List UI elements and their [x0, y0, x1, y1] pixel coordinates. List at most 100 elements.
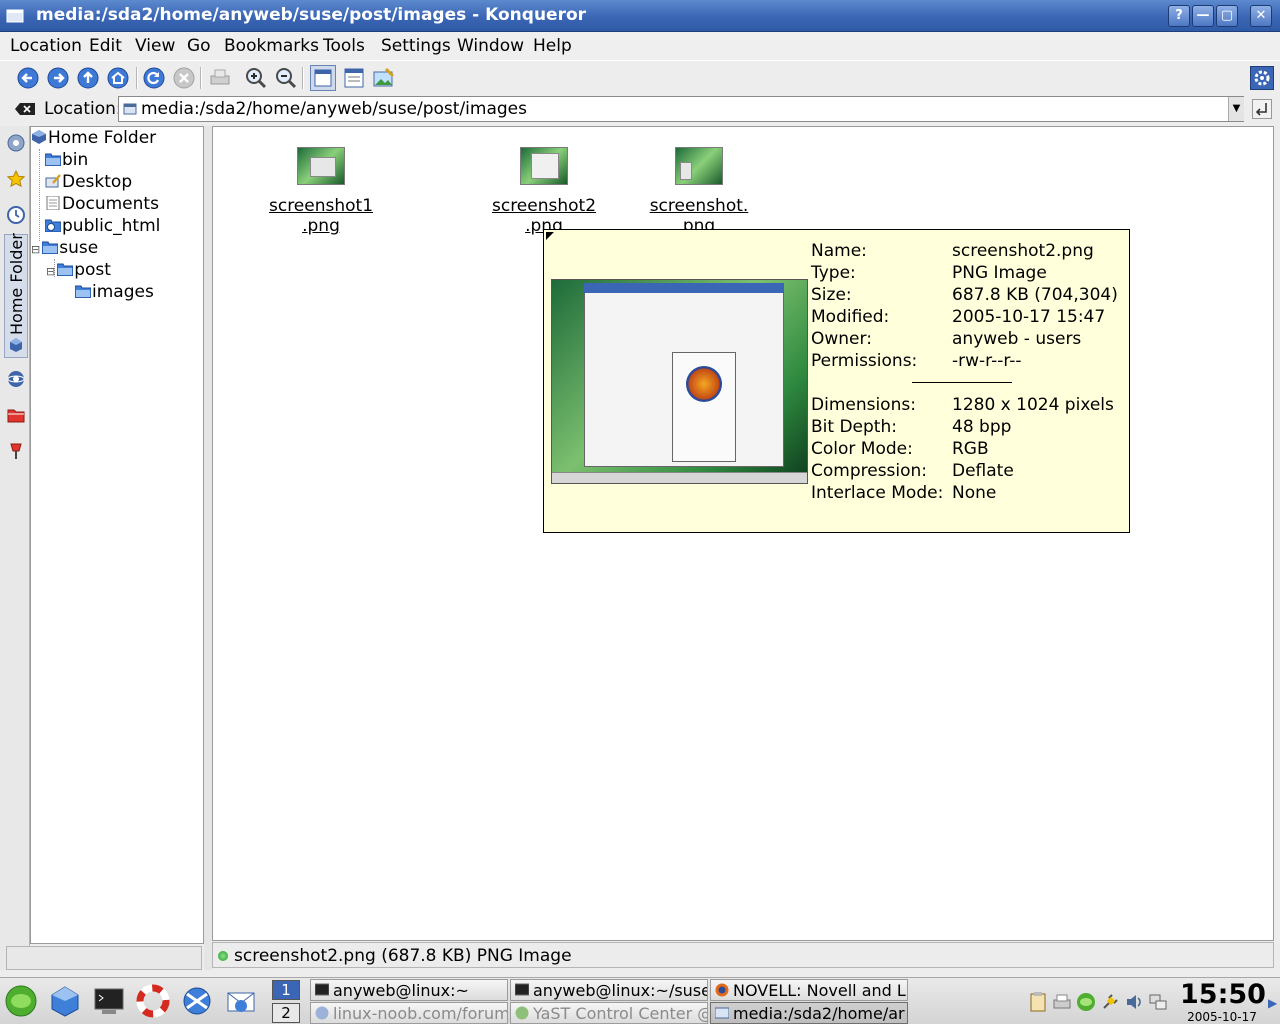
title-bar[interactable]: media:/sda2/home/anyweb/suse/post/images… — [0, 0, 1280, 32]
mail-client-icon[interactable] — [224, 984, 258, 1018]
menu-location[interactable]: Location — [10, 36, 82, 56]
collapse-expander-post[interactable]: ⊟ — [46, 265, 55, 278]
thumbnail-image — [675, 147, 723, 185]
file-item-screenshot[interactable]: screenshot. png — [639, 147, 759, 236]
public-html-folder-icon — [45, 219, 61, 232]
drive-icon — [123, 103, 137, 115]
virtual-desktop-2[interactable]: 2 — [272, 1003, 300, 1023]
menu-tools[interactable]: Tools — [323, 36, 365, 56]
icon-view-icon[interactable] — [310, 65, 336, 91]
location-value: media:/sda2/home/anyweb/suse/post/images — [141, 99, 527, 119]
file-info-tooltip: Name: screenshot2.png Type: PNG Image Size… — [543, 229, 1130, 533]
tree-item-images[interactable]: images — [75, 282, 154, 302]
status-led-icon — [218, 951, 228, 961]
tree-item-documents[interactable]: Documents — [45, 194, 159, 214]
taskbar: 1 2 anyweb@linux:~ anyweb@linux:~/suse/ … — [0, 977, 1280, 1024]
maximize-button[interactable]: ▢ — [1216, 5, 1238, 27]
task-linux-noob[interactable]: linux-noob.com/forums — [310, 1002, 508, 1024]
file-item-screenshot1[interactable]: screenshot1 .png — [261, 147, 381, 236]
status-bar: screenshot2.png (687.8 KB) PNG Image — [212, 942, 1274, 968]
menu-settings[interactable]: Settings — [381, 36, 451, 56]
zoom-out-icon[interactable] — [274, 66, 298, 90]
home-launcher-icon[interactable] — [48, 984, 82, 1018]
drive-icon — [715, 1007, 729, 1019]
volume-icon[interactable] — [1124, 992, 1144, 1012]
zoom-in-icon[interactable] — [244, 66, 268, 90]
history-clock-icon[interactable] — [7, 206, 25, 224]
konqueror-app-icon[interactable] — [6, 7, 24, 25]
menu-go[interactable]: Go — [187, 36, 211, 56]
konqueror-icon — [315, 1006, 329, 1020]
minimize-button[interactable]: — — [1192, 5, 1214, 27]
home-folder-tab[interactable]: Home Folder — [4, 233, 28, 358]
folder-icon — [75, 285, 91, 298]
folder-tree: Home Folder bin Desktop Documents public… — [30, 126, 204, 944]
task-terminal-1[interactable]: anyweb@linux:~ — [310, 979, 508, 1001]
terminal-icon — [515, 983, 529, 996]
kmenu-gecko-icon[interactable] — [4, 984, 38, 1018]
konqueror-sidebar-icon[interactable] — [7, 134, 25, 152]
file-item-screenshot2[interactable]: screenshot2 .png — [484, 147, 604, 236]
collapse-expander-suse[interactable]: ⊟ — [31, 243, 40, 256]
up-icon[interactable] — [76, 66, 100, 90]
status-text: screenshot2.png (687.8 KB) PNG Image — [234, 946, 572, 966]
tree-item-home-folder[interactable]: Home Folder — [31, 128, 156, 148]
close-button[interactable]: ✕ — [1250, 5, 1272, 27]
bookmarks-star-icon[interactable] — [7, 170, 25, 188]
folder-open-icon — [57, 263, 74, 276]
clock[interactable]: 15:50 2005-10-17 — [1180, 979, 1266, 1024]
image-preview-icon[interactable] — [372, 66, 396, 90]
menu-help[interactable]: Help — [533, 36, 572, 56]
back-icon[interactable] — [16, 66, 40, 90]
menu-view[interactable]: View — [135, 36, 175, 56]
print-icon[interactable] — [208, 66, 232, 90]
location-label: Location: — [44, 99, 122, 119]
terminal-icon[interactable] — [92, 984, 126, 1018]
tree-item-desktop[interactable]: Desktop — [45, 172, 132, 192]
suse-watcher-icon[interactable] — [1076, 992, 1096, 1012]
network-icon[interactable] — [7, 370, 25, 388]
home-icon[interactable] — [106, 66, 130, 90]
tree-item-post[interactable]: ⊟ post — [46, 260, 111, 280]
task-konqueror-active[interactable]: media:/sda2/home/ar — [710, 1002, 908, 1024]
services-pin-icon[interactable] — [7, 442, 25, 460]
konqueror-gear-icon[interactable] — [1250, 66, 1274, 90]
sidebar-tabs: Home Folder — [0, 126, 30, 970]
help-button[interactable]: ? — [1168, 5, 1190, 27]
tree-item-suse[interactable]: ⊟ suse — [31, 238, 98, 258]
reload-icon[interactable] — [142, 66, 166, 90]
tree-item-bin[interactable]: bin — [45, 150, 88, 170]
thumbnail-image — [297, 147, 345, 185]
tree-item-public-html[interactable]: public_html — [45, 216, 160, 236]
image-preview — [551, 279, 808, 484]
help-lifebuoy-icon[interactable] — [136, 984, 170, 1018]
clock-time: 15:50 — [1180, 979, 1266, 1010]
task-terminal-2[interactable]: anyweb@linux:~/suse/ — [510, 979, 708, 1001]
klipper-clipboard-icon[interactable] — [1028, 992, 1048, 1012]
menu-edit[interactable]: Edit — [89, 36, 122, 56]
menu-bookmarks[interactable]: Bookmarks — [224, 36, 319, 56]
taskbar-hide-arrow-icon[interactable]: ▶ — [1268, 996, 1277, 1010]
printer-tray-icon[interactable] — [1052, 992, 1072, 1012]
task-yast[interactable]: YaST Control Center @ — [510, 1002, 708, 1024]
detailed-view-icon[interactable] — [342, 66, 366, 90]
network-tray-icon[interactable] — [1148, 992, 1168, 1012]
location-dropdown-button[interactable]: ▼ — [1228, 97, 1244, 121]
virtual-desktop-1[interactable]: 1 — [272, 980, 300, 1000]
go-icon[interactable] — [1252, 99, 1272, 119]
sidebar-status-area — [6, 946, 202, 970]
menu-bar: Location Edit View Go Bookmarks Tools Se… — [0, 32, 1280, 60]
panel-splitter[interactable] — [204, 126, 212, 970]
desktop-icon — [45, 174, 61, 188]
stop-icon[interactable] — [172, 66, 196, 90]
location-input[interactable]: media:/sda2/home/anyweb/suse/post/images — [118, 96, 1244, 122]
clock-date: 2005-10-17 — [1187, 1010, 1257, 1024]
thumbnail-image — [520, 147, 568, 185]
root-folder-icon[interactable] — [7, 406, 25, 424]
task-firefox[interactable]: NOVELL: Novell and Li — [710, 979, 908, 1001]
forward-icon[interactable] — [46, 66, 70, 90]
menu-window[interactable]: Window — [457, 36, 524, 56]
konqueror-browser-icon[interactable] — [180, 984, 214, 1018]
clear-location-icon[interactable] — [14, 102, 36, 116]
power-plug-icon[interactable] — [1100, 992, 1120, 1012]
